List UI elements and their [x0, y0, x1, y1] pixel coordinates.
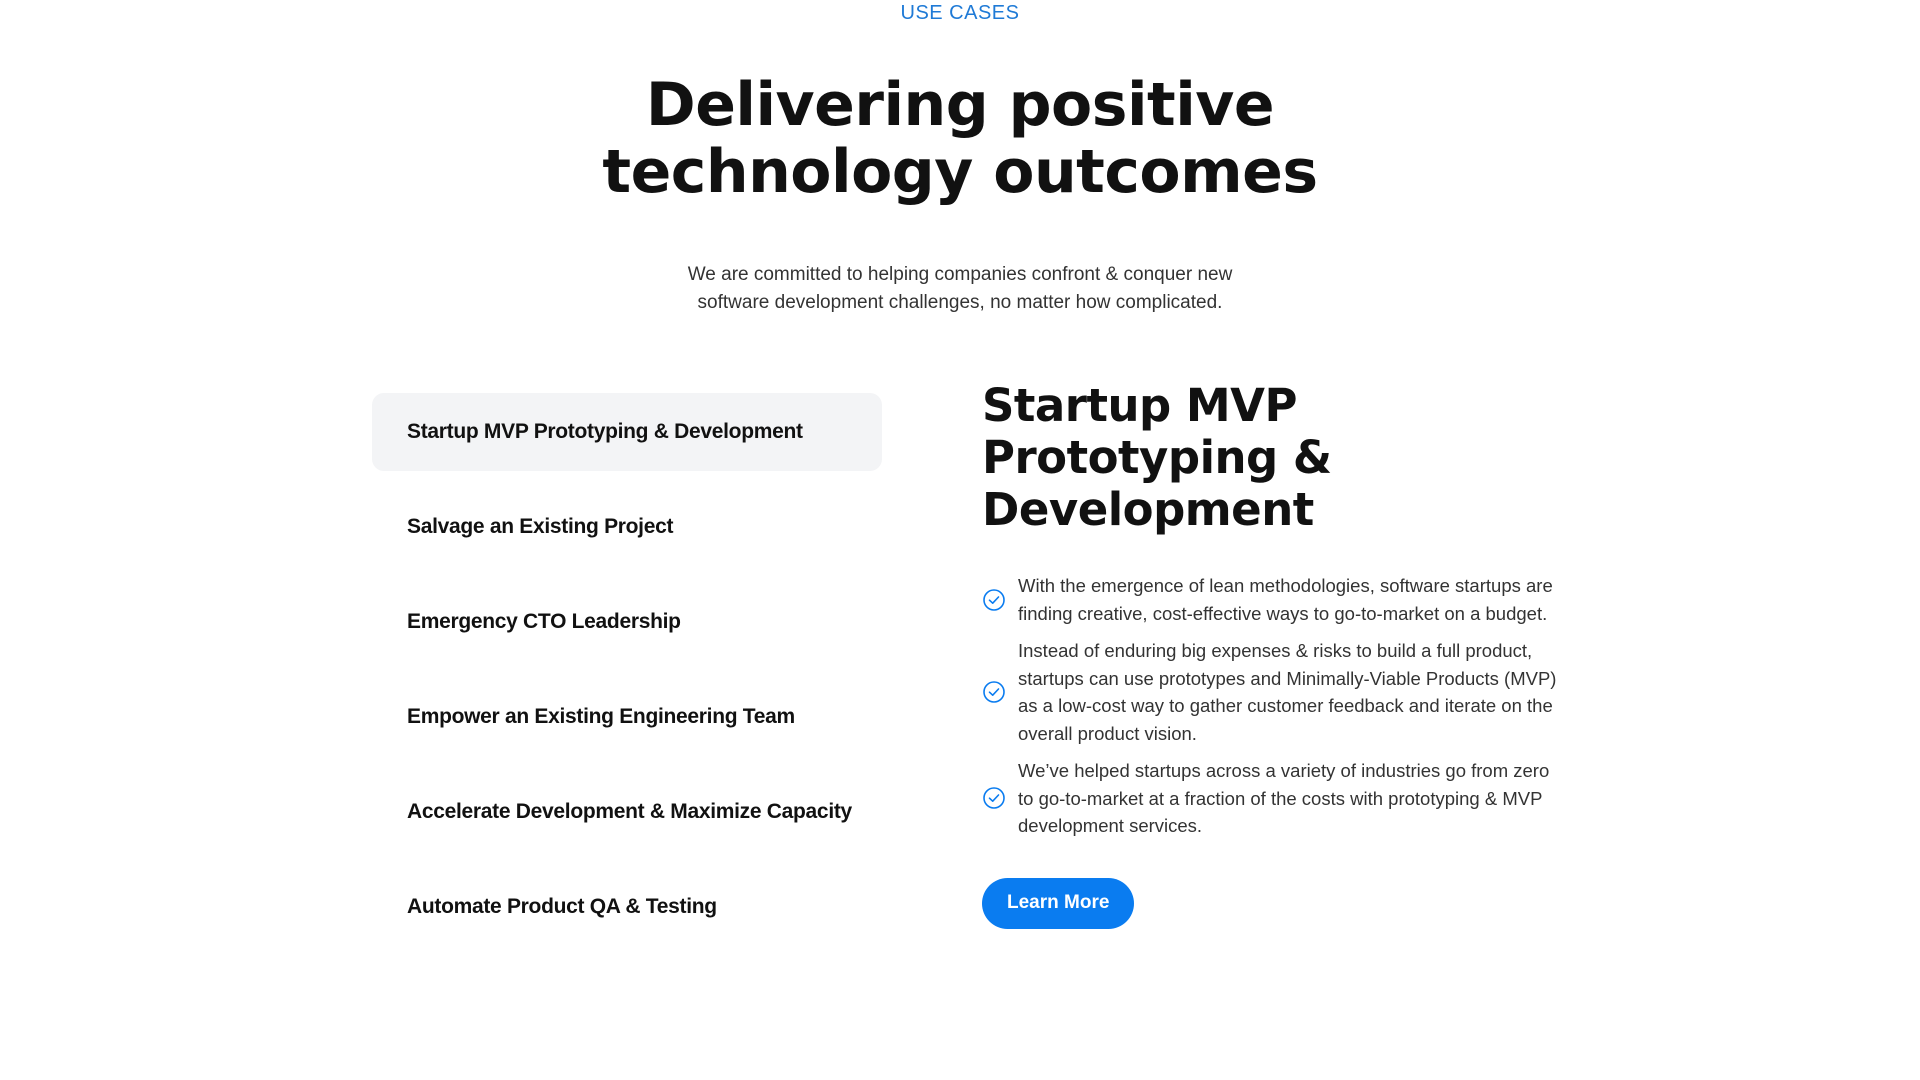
check-circle-icon: [983, 588, 1005, 611]
tab-empower-team[interactable]: Empower an Existing Engineering Team: [372, 678, 882, 756]
headline-line-2: technology outcomes: [602, 137, 1318, 207]
use-case-detail: Startup MVP Prototyping & Development Wi…: [982, 380, 1562, 929]
check-circle-icon: [983, 787, 1005, 810]
detail-point: Instead of enduring big expenses & risks…: [982, 637, 1562, 747]
detail-title: Startup MVP Prototyping & Development: [982, 380, 1562, 536]
detail-point-text: With the emergence of lean methodologies…: [1018, 575, 1553, 624]
detail-point: With the emergence of lean methodologies…: [982, 572, 1562, 627]
use-case-tabs: Startup MVP Prototyping & Development Sa…: [372, 393, 882, 963]
subtitle-line-1: We are committed to helping companies co…: [687, 264, 1233, 285]
detail-point-text: Instead of enduring big expenses & risks…: [1018, 640, 1557, 744]
detail-point: We’ve helped startups across a variety o…: [982, 757, 1562, 840]
section-subtitle: We are committed to helping companies co…: [660, 261, 1260, 317]
use-cases-section: USE CASES Delivering positive technology…: [0, 0, 1920, 1080]
tab-salvage-project[interactable]: Salvage an Existing Project: [372, 488, 882, 566]
section-eyebrow: USE CASES: [900, 2, 1020, 24]
tab-accelerate-development[interactable]: Accelerate Development & Maximize Capaci…: [372, 773, 882, 851]
tab-startup-mvp[interactable]: Startup MVP Prototyping & Development: [372, 393, 882, 471]
detail-point-text: We’ve helped startups across a variety o…: [1018, 760, 1550, 836]
learn-more-button[interactable]: Learn More: [982, 877, 1135, 929]
tab-emergency-cto[interactable]: Emergency CTO Leadership: [372, 583, 882, 661]
headline-line-1: Delivering positive: [645, 70, 1275, 140]
subtitle-line-2: software development challenges, no matt…: [697, 292, 1223, 313]
detail-title-line-2: Prototyping &: [982, 431, 1332, 484]
detail-points: With the emergence of lean methodologies…: [982, 572, 1562, 840]
detail-title-line-1: Startup MVP: [982, 379, 1298, 432]
check-circle-icon: [983, 681, 1005, 703]
tab-automate-qa[interactable]: Automate Product QA & Testing: [372, 868, 882, 946]
detail-title-line-3: Development: [982, 483, 1314, 536]
section-headline: Delivering positive technology outcomes: [560, 72, 1360, 206]
